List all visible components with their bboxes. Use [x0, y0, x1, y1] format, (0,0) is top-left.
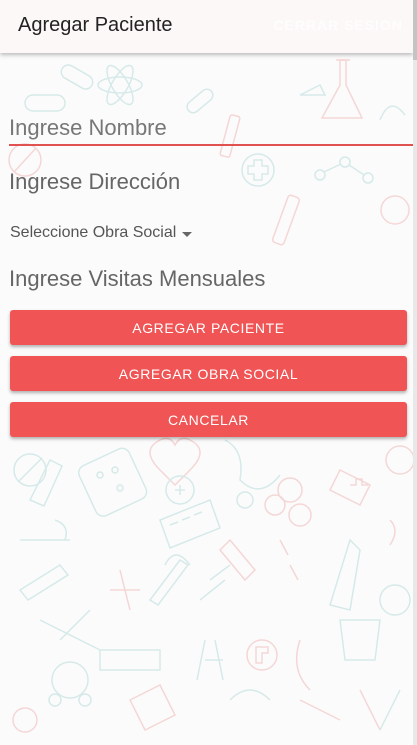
- logout-button[interactable]: CERRAR SESION: [273, 17, 403, 33]
- pill-icon: [60, 64, 214, 114]
- agregar-obra-social-button[interactable]: AGREGAR OBRA SOCIAL: [10, 356, 407, 391]
- obra-social-select[interactable]: Seleccione Obra Social: [10, 224, 193, 242]
- agregar-paciente-button[interactable]: AGREGAR PACIENTE: [10, 310, 407, 345]
- visitas-input[interactable]: [9, 264, 409, 294]
- obra-social-select-label: Seleccione Obra Social: [10, 224, 177, 241]
- direccion-input[interactable]: [9, 167, 409, 197]
- atom-icon: [97, 64, 143, 106]
- app-bar: Agregar Paciente CERRAR SESION: [0, 0, 413, 53]
- scrollbar[interactable]: [413, 0, 417, 745]
- cancel-button[interactable]: CANCELAR: [10, 402, 407, 437]
- heart-icon: [149, 437, 201, 487]
- page-title: Agregar Paciente: [18, 14, 173, 36]
- scrollbar-thumb[interactable]: [413, 0, 417, 60]
- caret-down-icon: [182, 231, 193, 237]
- flask-icon: [320, 59, 364, 119]
- nombre-input[interactable]: [9, 112, 413, 146]
